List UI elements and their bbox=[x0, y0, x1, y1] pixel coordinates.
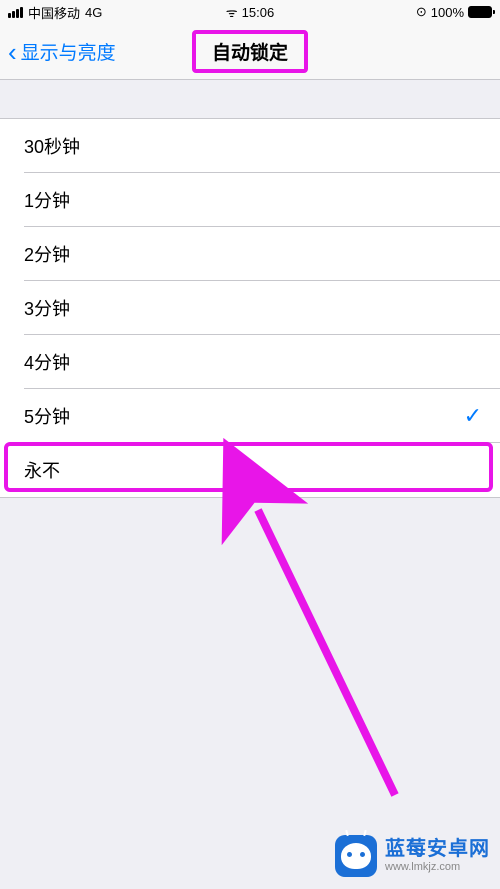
option-5m[interactable]: 5分钟 ✓ bbox=[0, 389, 500, 443]
status-right: ⊙ 100% bbox=[416, 4, 492, 20]
option-label: 4分钟 bbox=[24, 349, 70, 375]
page-title: 自动锁定 bbox=[192, 30, 308, 73]
option-label: 30秒钟 bbox=[24, 133, 80, 159]
option-3m[interactable]: 3分钟 bbox=[0, 281, 500, 335]
option-2m[interactable]: 2分钟 bbox=[0, 227, 500, 281]
signal-icon bbox=[8, 7, 23, 18]
watermark-text: 蓝莓安卓网 www.lmkjz.com bbox=[385, 837, 490, 874]
battery-icon bbox=[468, 6, 492, 18]
status-left: 中国移动 4G bbox=[8, 3, 102, 22]
option-label: 2分钟 bbox=[24, 241, 70, 267]
nav-bar: ‹ 显示与亮度 自动锁定 bbox=[0, 24, 500, 80]
option-never[interactable]: 永不 bbox=[0, 443, 500, 497]
option-label: 3分钟 bbox=[24, 295, 70, 321]
option-label: 永不 bbox=[24, 457, 60, 483]
rotation-lock-icon: ⊙ bbox=[416, 4, 427, 20]
network-label: 4G bbox=[85, 5, 102, 20]
back-button[interactable]: ‹ 显示与亮度 bbox=[0, 38, 116, 65]
watermark: 蓝莓安卓网 www.lmkjz.com bbox=[335, 835, 490, 877]
chevron-left-icon: ‹ bbox=[8, 39, 17, 65]
status-bar: 中国移动 4G ᯤ 15:06 ⊙ 100% bbox=[0, 0, 500, 24]
battery-pct: 100% bbox=[431, 5, 464, 20]
option-4m[interactable]: 4分钟 bbox=[0, 335, 500, 389]
watermark-url: www.lmkjz.com bbox=[385, 861, 490, 874]
watermark-title: 蓝莓安卓网 bbox=[385, 837, 490, 861]
option-label: 1分钟 bbox=[24, 187, 70, 213]
carrier-label: 中国移动 bbox=[28, 3, 80, 22]
status-center: ᯤ 15:06 bbox=[226, 3, 274, 21]
section-spacer bbox=[0, 80, 500, 118]
checkmark-icon: ✓ bbox=[464, 403, 482, 429]
option-1m[interactable]: 1分钟 bbox=[0, 173, 500, 227]
option-30s[interactable]: 30秒钟 bbox=[0, 119, 500, 173]
watermark-logo-icon bbox=[335, 835, 377, 877]
back-label: 显示与亮度 bbox=[21, 38, 116, 65]
option-label: 5分钟 bbox=[24, 403, 70, 429]
hotspot-icon: ᯤ bbox=[226, 3, 238, 21]
autolock-options-list: 30秒钟 1分钟 2分钟 3分钟 4分钟 5分钟 ✓ 永不 bbox=[0, 118, 500, 498]
time-label: 15:06 bbox=[242, 5, 275, 20]
